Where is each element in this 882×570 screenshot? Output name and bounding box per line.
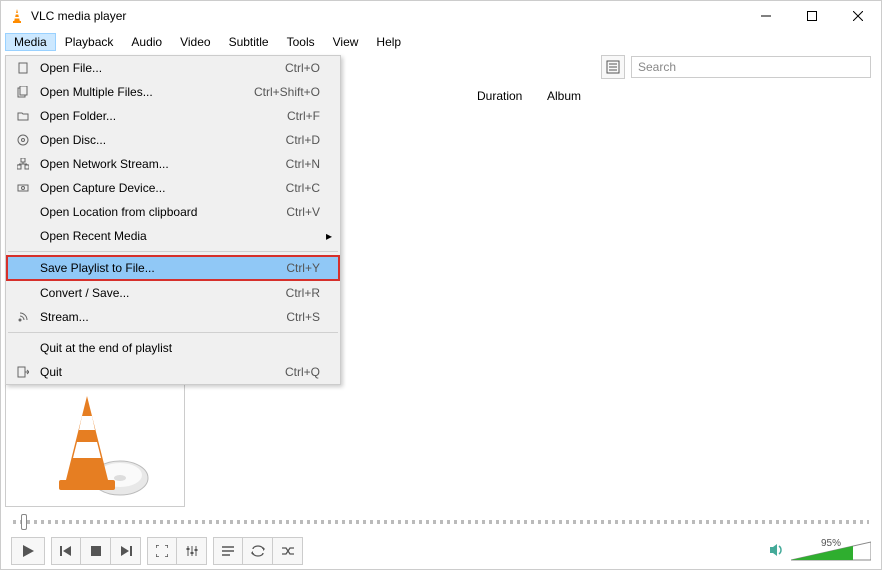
volume-control: 95%: [769, 540, 871, 562]
next-button[interactable]: [111, 537, 141, 565]
column-album[interactable]: Album: [547, 89, 869, 103]
menu-item-stream[interactable]: Stream...Ctrl+S: [6, 305, 340, 329]
menu-help[interactable]: Help: [367, 33, 410, 51]
menu-subtitle[interactable]: Subtitle: [220, 33, 278, 51]
menu-item-shortcut: Ctrl+N: [286, 157, 320, 171]
menu-item-label: Convert / Save...: [32, 286, 286, 300]
menu-item-label: Open Disc...: [32, 133, 286, 147]
menu-item-open-capture-device[interactable]: Open Capture Device...Ctrl+C: [6, 176, 340, 200]
menu-item-shortcut: Ctrl+Y: [286, 261, 320, 275]
speaker-icon[interactable]: [769, 542, 785, 561]
app-window: VLC media player Media Playback Audio Vi…: [0, 0, 882, 570]
close-button[interactable]: [835, 1, 881, 31]
previous-button[interactable]: [51, 537, 81, 565]
shuffle-icon: [281, 545, 295, 557]
sliders-icon: [186, 545, 198, 557]
menu-item-open-network-stream[interactable]: Open Network Stream...Ctrl+N: [6, 152, 340, 176]
media-menu-dropdown: Open File...Ctrl+OOpen Multiple Files...…: [5, 55, 341, 385]
menu-item-quit-at-the-end-of-playlist[interactable]: Quit at the end of playlist: [6, 336, 340, 360]
menubar: Media Playback Audio Video Subtitle Tool…: [1, 31, 881, 53]
search-input[interactable]: Search: [631, 56, 871, 78]
menu-item-label: Open File...: [32, 61, 285, 75]
menu-item-shortcut: Ctrl+R: [286, 286, 320, 300]
menu-item-open-location-from-clipboard[interactable]: Open Location from clipboardCtrl+V: [6, 200, 340, 224]
menu-item-label: Open Capture Device...: [32, 181, 286, 195]
titlebar: VLC media player: [1, 1, 881, 31]
capture-icon: [14, 182, 32, 194]
extended-settings-button[interactable]: [177, 537, 207, 565]
quit-icon: [14, 366, 32, 378]
menu-item-convert-save[interactable]: Convert / Save...Ctrl+R: [6, 281, 340, 305]
loop-icon: [251, 545, 265, 557]
playlist-button[interactable]: [213, 537, 243, 565]
stop-icon: [90, 545, 102, 557]
menu-tools[interactable]: Tools: [278, 33, 324, 51]
files-icon: [14, 86, 32, 98]
maximize-button[interactable]: [789, 1, 835, 31]
menu-item-open-multiple-files[interactable]: Open Multiple Files...Ctrl+Shift+O: [6, 80, 340, 104]
vlc-logo: [35, 388, 155, 498]
menu-item-shortcut: Ctrl+F: [287, 109, 320, 123]
menu-item-label: Open Folder...: [32, 109, 287, 123]
menu-item-label: Open Recent Media: [32, 229, 320, 243]
minimize-button[interactable]: [743, 1, 789, 31]
skip-back-icon: [60, 545, 72, 557]
skip-forward-icon: [120, 545, 132, 557]
menu-item-open-disc[interactable]: Open Disc...Ctrl+D: [6, 128, 340, 152]
column-duration[interactable]: Duration: [477, 89, 547, 103]
menu-view[interactable]: View: [324, 33, 368, 51]
view-mode-button[interactable]: [601, 55, 625, 79]
list-icon: [606, 60, 620, 74]
menu-video[interactable]: Video: [171, 33, 219, 51]
play-button[interactable]: [11, 537, 45, 565]
menu-item-shortcut: Ctrl+V: [286, 205, 320, 219]
stop-button[interactable]: [81, 537, 111, 565]
search-placeholder: Search: [638, 60, 676, 74]
loop-button[interactable]: [243, 537, 273, 565]
shuffle-button[interactable]: [273, 537, 303, 565]
menu-item-open-file[interactable]: Open File...Ctrl+O: [6, 56, 340, 80]
menu-item-shortcut: Ctrl+Q: [285, 365, 320, 379]
seek-thumb[interactable]: [21, 514, 27, 530]
volume-slider[interactable]: 95%: [791, 540, 871, 562]
menu-item-label: Open Location from clipboard: [32, 205, 286, 219]
menu-item-open-recent-media[interactable]: Open Recent Media▸: [6, 224, 340, 248]
menu-item-shortcut: Ctrl+Shift+O: [254, 85, 320, 99]
fullscreen-button[interactable]: [147, 537, 177, 565]
menu-item-shortcut: Ctrl+O: [285, 61, 320, 75]
menu-item-shortcut: Ctrl+D: [286, 133, 320, 147]
menu-playback[interactable]: Playback: [56, 33, 123, 51]
fullscreen-icon: [156, 545, 168, 557]
playback-controls: 95%: [1, 533, 881, 569]
seek-track[interactable]: [13, 520, 869, 524]
play-icon: [21, 544, 35, 558]
menu-audio[interactable]: Audio: [122, 33, 171, 51]
seek-bar[interactable]: [1, 511, 881, 533]
menu-item-label: Save Playlist to File...: [32, 261, 286, 275]
disc-icon: [14, 134, 32, 146]
network-icon: [14, 158, 32, 170]
window-controls: [743, 1, 881, 31]
menu-item-label: Quit: [32, 365, 285, 379]
playlist-icon: [222, 545, 234, 557]
menu-separator: [8, 251, 338, 252]
vlc-cone-icon: [9, 8, 25, 24]
menu-item-shortcut: Ctrl+S: [286, 310, 320, 324]
submenu-arrow-icon: ▸: [320, 229, 332, 243]
menu-media[interactable]: Media: [5, 33, 56, 51]
folder-icon: [14, 110, 32, 122]
menu-item-save-playlist-to-file[interactable]: Save Playlist to File...Ctrl+Y: [6, 255, 340, 281]
menu-item-label: Quit at the end of playlist: [32, 341, 320, 355]
stream-icon: [14, 311, 32, 323]
menu-item-label: Open Multiple Files...: [32, 85, 254, 99]
menu-item-label: Open Network Stream...: [32, 157, 286, 171]
menu-item-label: Stream...: [32, 310, 286, 324]
menu-item-open-folder[interactable]: Open Folder...Ctrl+F: [6, 104, 340, 128]
menu-separator: [8, 332, 338, 333]
menu-item-quit[interactable]: QuitCtrl+Q: [6, 360, 340, 384]
window-title: VLC media player: [31, 9, 743, 23]
menu-item-shortcut: Ctrl+C: [286, 181, 320, 195]
file-icon: [14, 62, 32, 74]
